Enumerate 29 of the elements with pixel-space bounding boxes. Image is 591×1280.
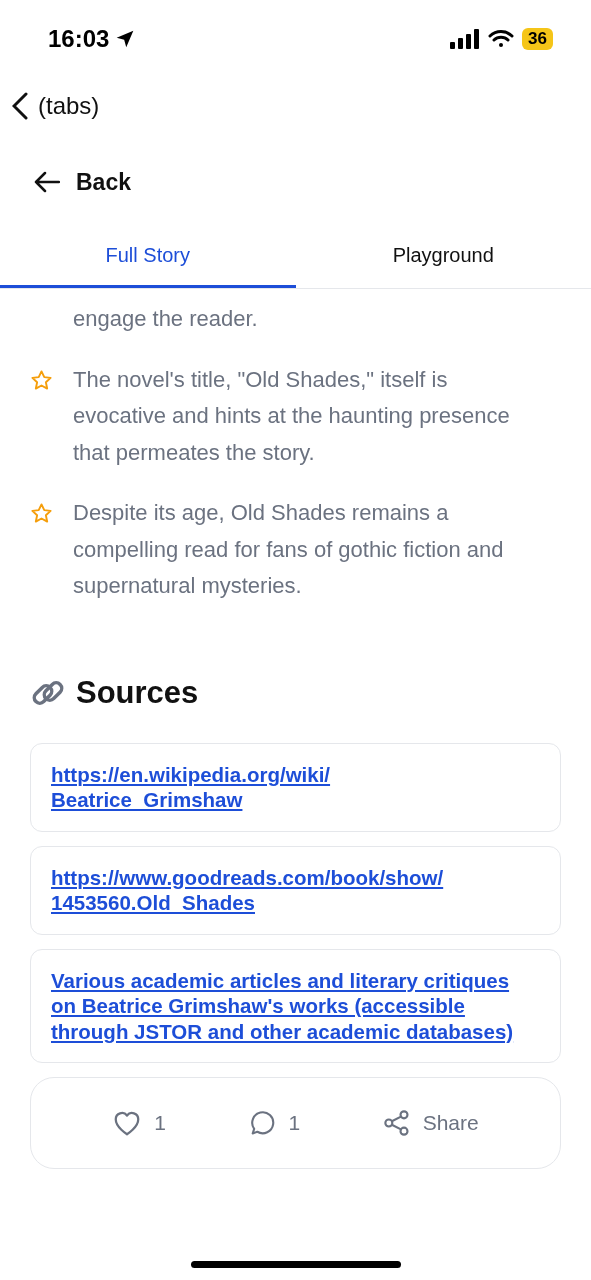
chevron-left-icon	[12, 92, 28, 120]
source-link[interactable]: https://en.wikipedia.org/wiki/	[51, 761, 540, 787]
wifi-icon	[488, 29, 515, 49]
source-link[interactable]: https://www.goodreads.com/book/show/	[51, 864, 540, 890]
highlight-text: The novel's title, "Old Shades," itself is evocative and hints at the haunting presence that permeates the story.	[73, 365, 511, 467]
source-link[interactable]: through JSTOR and other academic databases)	[51, 1018, 540, 1044]
highlight-text: Despite its age, Old Shades remains a compelling read for fans of gothic fiction and supernatural mysteries.	[73, 499, 505, 600]
tab[interactable]: Playground	[295, 230, 591, 288]
back-button[interactable]: Back	[34, 168, 131, 196]
signal-icon	[450, 29, 481, 49]
arrow-left-icon	[34, 171, 60, 193]
source-link[interactable]: on Beatrice Grimshaw's works (accessible	[51, 993, 540, 1019]
source-link[interactable]: Beatrice_Grimshaw	[51, 787, 540, 813]
status-time: 16:03	[48, 25, 110, 53]
section-title: Sources	[76, 674, 199, 711]
source-link[interactable]: Various academic articles and literary critiques	[51, 967, 540, 993]
battery-level: 36	[522, 28, 553, 50]
tab[interactable]: Full Story	[0, 230, 296, 288]
share-icon	[382, 1109, 411, 1137]
star-icon	[30, 368, 53, 392]
star-icon	[30, 502, 53, 525]
share-button[interactable]: Share	[376, 1108, 485, 1138]
speech-bubble-icon	[248, 1109, 277, 1137]
location-arrow-icon	[115, 29, 136, 49]
highlight-text: engage the reader.	[72, 305, 259, 333]
comment-button[interactable]: 1	[242, 1108, 307, 1138]
like-button[interactable]: 1	[106, 1108, 172, 1138]
source-link[interactable]: 1453560.Old_Shades	[51, 890, 540, 916]
nav-back-button[interactable]: (tabs)	[12, 92, 100, 120]
